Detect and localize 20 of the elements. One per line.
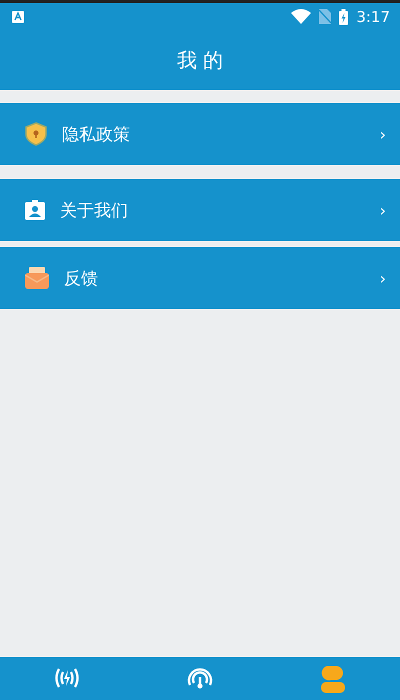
menu-item[interactable]: 关于我们 › bbox=[0, 179, 400, 241]
envelope-icon bbox=[25, 267, 49, 289]
wifi-icon bbox=[291, 9, 312, 24]
keyboard-icon bbox=[12, 10, 24, 22]
menu-item[interactable]: 隐私政策 › bbox=[0, 103, 400, 165]
menu-item[interactable]: 反馈 › bbox=[0, 247, 400, 309]
menu-label: 隐私政策 bbox=[62, 124, 131, 146]
menu-label: 反馈 bbox=[64, 268, 99, 290]
chevron-icon: › bbox=[380, 124, 386, 144]
id-badge-icon bbox=[25, 200, 45, 220]
battery-icon bbox=[339, 8, 348, 24]
chevron-icon: › bbox=[380, 200, 386, 220]
page-title: 我 的 bbox=[176, 46, 224, 74]
status-time: 3:17 bbox=[356, 8, 390, 26]
shield-icon bbox=[25, 122, 47, 146]
menu-label: 关于我们 bbox=[60, 200, 129, 222]
chevron-icon: › bbox=[380, 268, 386, 288]
person-icon bbox=[320, 665, 346, 693]
no-sim-icon bbox=[319, 9, 332, 24]
gauge-icon bbox=[186, 665, 214, 691]
